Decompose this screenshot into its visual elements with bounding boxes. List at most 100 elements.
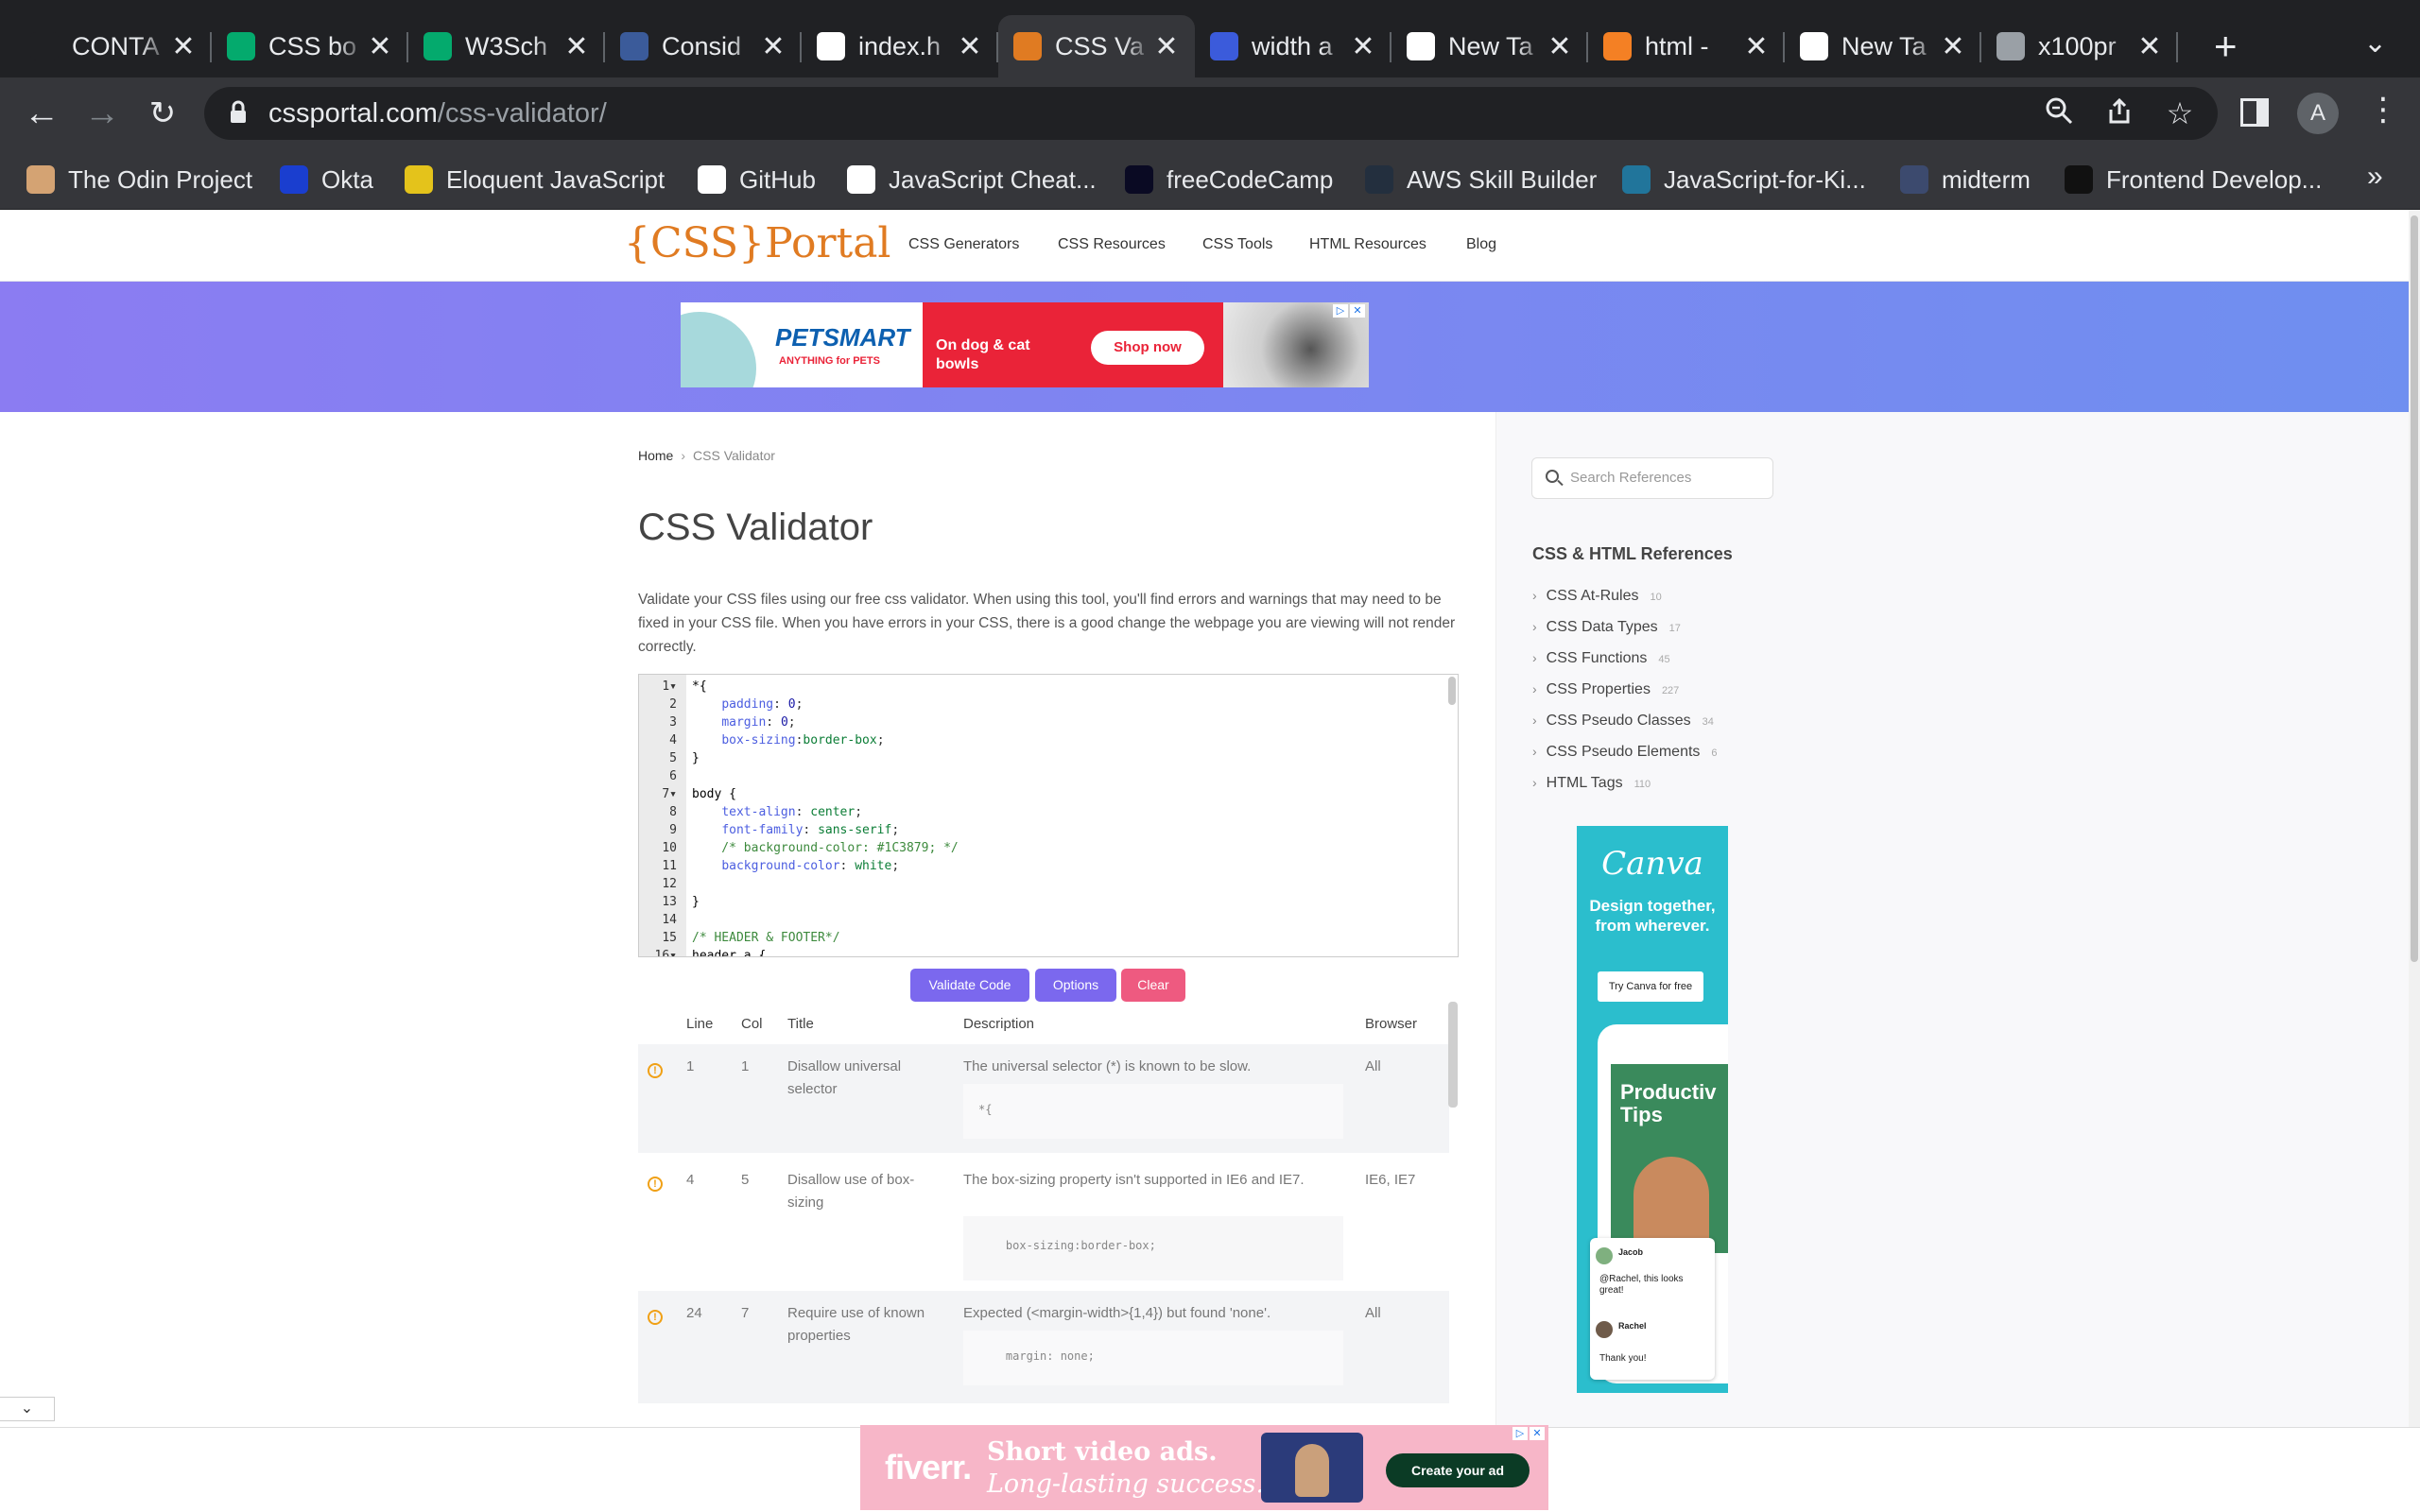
nav-css-generators[interactable]: CSS Generators [908,236,1019,253]
browser-tab[interactable]: x100pr ✕ [1981,15,2178,77]
tab-close-icon[interactable]: ✕ [2136,30,2163,63]
petsmart-ad[interactable]: PETSMART ANYTHING for PETS On dog & cat … [681,302,1369,387]
code-line[interactable]: 14 [639,911,1458,929]
adchoices-icon[interactable]: ▷ [1333,304,1348,318]
bookmark-item[interactable]: midterm [1900,163,2031,197]
nav-html-resources[interactable]: HTML Resources [1309,236,1426,253]
reload-button[interactable]: ↻ [140,91,185,136]
reference-item[interactable]: › CSS Pseudo Elements 6 [1532,744,1718,761]
bookmark-item[interactable]: GitHub [698,163,816,197]
reference-item[interactable]: › HTML Tags 110 [1532,775,1651,792]
browser-tab[interactable]: New Ta ✕ [1785,15,1981,77]
tab-close-icon[interactable]: ✕ [1350,30,1376,63]
bookmark-item[interactable]: freeCodeCamp [1125,163,1333,197]
ad-close-icon[interactable]: ✕ [1530,1427,1545,1440]
tab-close-icon[interactable]: ✕ [760,30,786,63]
browser-tab[interactable]: width a ✕ [1195,15,1392,77]
bookmark-item[interactable]: Okta [280,163,373,197]
reference-item[interactable]: › CSS Data Types 17 [1532,619,1681,636]
browser-tab[interactable]: index.h ✕ [802,15,998,77]
tab-close-icon[interactable]: ✕ [957,30,983,63]
code-line[interactable]: 9 font-family: sans-serif; [639,821,1458,839]
result-row[interactable]: ! 1 1 Disallow universal selector The univer… [638,1044,1449,1153]
code-line[interactable]: 4 box-sizing:border-box; [639,731,1458,749]
result-browser: All [1365,1305,1381,1321]
reference-item[interactable]: › CSS Functions 45 [1532,650,1670,667]
tab-close-icon[interactable]: ✕ [1940,30,1966,63]
bookmark-item[interactable]: AWS Skill Builder [1365,163,1597,197]
address-bar[interactable]: cssportal.com/css-validator/ ☆ [204,87,2218,140]
bookmark-star-icon[interactable]: ☆ [2163,96,2197,130]
back-button[interactable]: ← [19,91,64,136]
reference-count: 227 [1661,685,1680,696]
result-row[interactable]: ! 24 7 Require use of known properties Expec… [638,1291,1449,1403]
code-line[interactable]: 10 /* background-color: #1C3879; */ [639,839,1458,857]
reference-item[interactable]: › CSS Pseudo Classes 34 [1532,713,1714,730]
results-scrollbar[interactable] [1448,1002,1458,1108]
adchoices-icon[interactable]: ▷ [1512,1427,1528,1440]
tab-close-icon[interactable]: ✕ [563,30,590,63]
share-icon[interactable] [2102,96,2136,130]
page-scrollbar[interactable] [2409,210,2420,1512]
canva-ad[interactable]: Canva Design together, from wherever. Tr… [1577,826,1728,1393]
browser-tab[interactable]: CONTA ✕ [15,15,212,77]
bookmark-item[interactable]: JavaScript-for-Ki... [1622,163,1866,197]
col-header-col: Col [741,1016,763,1032]
bookmark-item[interactable]: JavaScript Cheat... [847,163,1097,197]
browser-tab[interactable]: New Ta ✕ [1392,15,1588,77]
collapse-ad-toggle[interactable]: ⌄ [0,1397,55,1421]
code-line[interactable]: 5 } [639,749,1458,767]
css-code-editor[interactable]: 1▾ *{2 padding: 0; 3 margin: 0; 4 box-sizin… [638,674,1459,957]
bookmark-item[interactable]: Eloquent JavaScript [405,163,665,197]
tab-close-icon[interactable]: ✕ [1743,30,1770,63]
browser-tab[interactable]: CSS bo ✕ [212,15,408,77]
code-line[interactable]: 7▾ body { [639,785,1458,803]
line-number[interactable]: 16▾ [639,947,677,956]
result-row[interactable]: ! 4 5 Disallow use of box-sizing The box-siz… [638,1158,1449,1285]
browser-menu-icon[interactable]: ⋮ [2367,91,2399,129]
bookmark-item[interactable]: The Odin Project [26,163,252,197]
code-line[interactable]: 16▾ header a { [639,947,1458,956]
site-logo[interactable]: {CSS}Portal [624,219,891,267]
bookmark-item[interactable]: Frontend Develop... [2065,163,2322,197]
reference-item[interactable]: › CSS At-Rules 10 [1532,588,1662,605]
browser-tab[interactable]: Consid ✕ [605,15,802,77]
code-line[interactable]: 11 background-color: white; [639,857,1458,875]
fiverr-ad[interactable]: fiverr. Short video ads. Long-lasting su… [860,1425,1548,1510]
tab-close-icon[interactable]: ✕ [170,30,197,63]
ad-close-icon[interactable]: ✕ [1350,304,1365,318]
nav-css-resources[interactable]: CSS Resources [1058,236,1166,253]
zoom-icon[interactable] [2042,96,2076,130]
bookmarks-overflow-icon[interactable]: » [2367,161,2383,193]
browser-tab[interactable]: html - ✕ [1588,15,1785,77]
nav-blog[interactable]: Blog [1466,236,1496,253]
code-line[interactable]: 1▾ *{ [639,678,1458,696]
code-line[interactable]: 6 [639,767,1458,785]
tab-close-icon[interactable]: ✕ [1547,30,1573,63]
search-references-input[interactable]: Search References [1531,457,1773,499]
tab-close-icon[interactable]: ✕ [367,30,393,63]
code-line[interactable]: 8 text-align: center; [639,803,1458,821]
new-tab-button[interactable]: + [2214,26,2238,66]
ad-shop-button[interactable]: Shop now [1091,331,1204,365]
code-line[interactable]: 2 padding: 0; [639,696,1458,713]
nav-css-tools[interactable]: CSS Tools [1202,236,1272,253]
line-number[interactable]: 1▾ [639,678,677,696]
code-line[interactable]: 15 /* HEADER & FOOTER*/ [639,929,1458,947]
forward-button[interactable]: → [79,91,125,136]
tab-close-icon[interactable]: ✕ [1153,30,1180,63]
tab-search-icon[interactable]: ⌄ [2363,26,2387,60]
breadcrumb-home[interactable]: Home [638,448,673,463]
browser-tab[interactable]: W3Sch ✕ [408,15,605,77]
profile-avatar[interactable]: A [2297,93,2339,134]
code-line[interactable]: 3 margin: 0; [639,713,1458,731]
canva-try-button[interactable]: Try Canva for free [1598,971,1703,1002]
side-panel-icon[interactable] [2240,98,2269,127]
line-number[interactable]: 7▾ [639,785,677,803]
code-line[interactable]: 13 } [639,893,1458,911]
reference-item[interactable]: › CSS Properties 227 [1532,681,1679,698]
browser-tab[interactable]: CSS Va ✕ [998,15,1195,77]
fiverr-create-button[interactable]: Create your ad [1386,1453,1530,1487]
code-line[interactable]: 12 [639,875,1458,893]
page-scrollbar-thumb[interactable] [2411,215,2418,962]
